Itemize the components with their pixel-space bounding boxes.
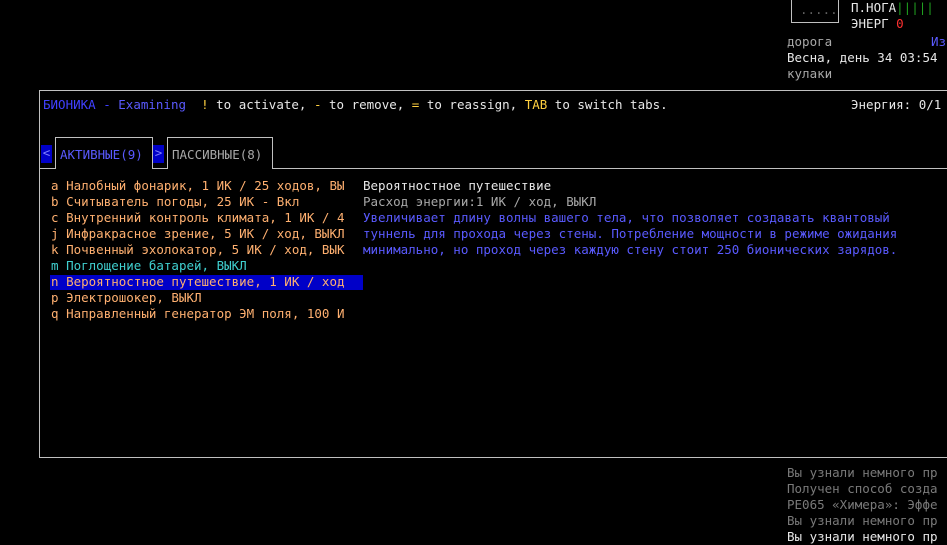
- energy-status-label: ЭНЕРГ: [851, 16, 889, 31]
- date-time: Весна, день 34 03:54: [787, 50, 938, 65]
- item-label: Внутренний контроль климата, 1 ИК / 4: [66, 210, 345, 225]
- item-hotkey: b: [51, 194, 59, 209]
- list-item[interactable]: q Направленный генератор ЭМ поля, 100 И: [51, 306, 345, 322]
- item-label: Почвенный эхолокатор, 5 ИК / ход, ВЫК: [66, 242, 345, 257]
- bionics-title: БИОНИКА: [43, 97, 96, 112]
- item-label: Электрошокер, ВЫКЛ: [66, 290, 202, 305]
- title-separator: -: [95, 97, 119, 112]
- tab-passive-label[interactable]: ПАССИВНЫЕ(8): [172, 147, 262, 163]
- list-item[interactable]: k Почвенный эхолокатор, 5 ИК / ход, ВЫК: [51, 242, 345, 258]
- item-hotkey: j: [51, 226, 59, 241]
- item-hotkey: p: [51, 290, 59, 305]
- hint-text-remove: to remove,: [321, 97, 412, 112]
- item-hotkey: k: [51, 242, 59, 257]
- terrain-extra: Из: [931, 34, 947, 49]
- hint-text-tab: to switch tabs.: [547, 97, 668, 112]
- description-line-2: туннель для прохода через стены. Потребл…: [363, 226, 898, 241]
- list-item[interactable]: m Поглощение батарей, ВЫКЛ: [51, 258, 247, 274]
- item-hotkey: c: [51, 210, 59, 225]
- description-line-1: Увеличивает длину волны вашего тела, что…: [363, 210, 890, 225]
- description-line-3: минимально, но проход через каждую стену…: [363, 242, 898, 257]
- item-label: Вероятностное путешествие, 1 ИК / ход: [66, 274, 345, 289]
- log-line: Вы узнали немного пр: [787, 465, 938, 480]
- leg-label: П.НОГА: [851, 0, 897, 15]
- hint-key-tab: TAB: [524, 97, 548, 112]
- mode-label: Examining: [118, 97, 186, 112]
- list-item-selected[interactable]: n Вероятностное путешествие, 1 ИК / ход: [51, 274, 345, 290]
- list-item[interactable]: c Внутренний контроль климата, 1 ИК / 4: [51, 210, 345, 226]
- hint-text-reassign: to reassign,: [419, 97, 525, 112]
- tab-active-label[interactable]: АКТИВНЫЕ(9): [60, 147, 143, 163]
- list-item[interactable]: j Инфракрасное зрение, 5 ИК / ход, ВЫКЛ: [51, 226, 345, 242]
- item-hotkey: a: [51, 178, 59, 193]
- leg-health-bars: |||||: [896, 0, 934, 15]
- terrain-label: дорога: [787, 34, 833, 49]
- energy-total: Энергия: 0/1: [851, 97, 942, 112]
- energy-status: ЭНЕРГ 0: [851, 16, 904, 32]
- mini-map-box: .....: [791, 0, 839, 23]
- item-label: Налобный фонарик, 1 ИК / 25 ходов, ВЫ: [66, 178, 345, 193]
- list-item[interactable]: a Налобный фонарик, 1 ИК / 25 ходов, ВЫ: [51, 178, 345, 194]
- log-line: Вы узнали немного пр: [787, 513, 938, 528]
- mini-map-text: .....: [800, 2, 838, 17]
- item-hotkey: n: [51, 274, 59, 289]
- item-hotkey: m: [51, 258, 59, 273]
- item-label: Поглощение батарей, ВЫКЛ: [66, 258, 247, 273]
- list-item[interactable]: p Электрошокер, ВЫКЛ: [51, 290, 202, 306]
- limb-status: П.НОГА|||||: [851, 0, 934, 16]
- item-label: Инфракрасное зрение, 5 ИК / ход, ВЫКЛ: [66, 226, 345, 241]
- item-hotkey: q: [51, 306, 59, 321]
- log-line: PE065 «Химера»: Эффе: [787, 497, 938, 512]
- bionics-header: БИОНИКА - Examining ! to activate, - to …: [43, 97, 668, 113]
- hint-text-activate: to activate,: [208, 97, 314, 112]
- log-line-latest: Вы узнали немного пр: [787, 529, 938, 544]
- energy-status-value: 0: [896, 16, 904, 31]
- tab-next-arrow-icon[interactable]: >: [153, 145, 164, 163]
- description-cost: Расход энергии:1 ИК / ход, ВЫКЛ: [363, 194, 597, 209]
- list-item[interactable]: b Считыватель погоды, 25 ИК - Вкл: [51, 194, 299, 210]
- item-label: Направленный генератор ЭМ поля, 100 И: [66, 306, 345, 321]
- hint-key-activate: !: [201, 97, 209, 112]
- tab-prev-arrow-icon[interactable]: <: [41, 145, 52, 163]
- weapon-label: кулаки: [787, 66, 833, 81]
- description-title: Вероятностное путешествие: [363, 178, 552, 193]
- log-line: Получен способ созда: [787, 481, 938, 496]
- item-label: Считыватель погоды, 25 ИК - Вкл: [66, 194, 300, 209]
